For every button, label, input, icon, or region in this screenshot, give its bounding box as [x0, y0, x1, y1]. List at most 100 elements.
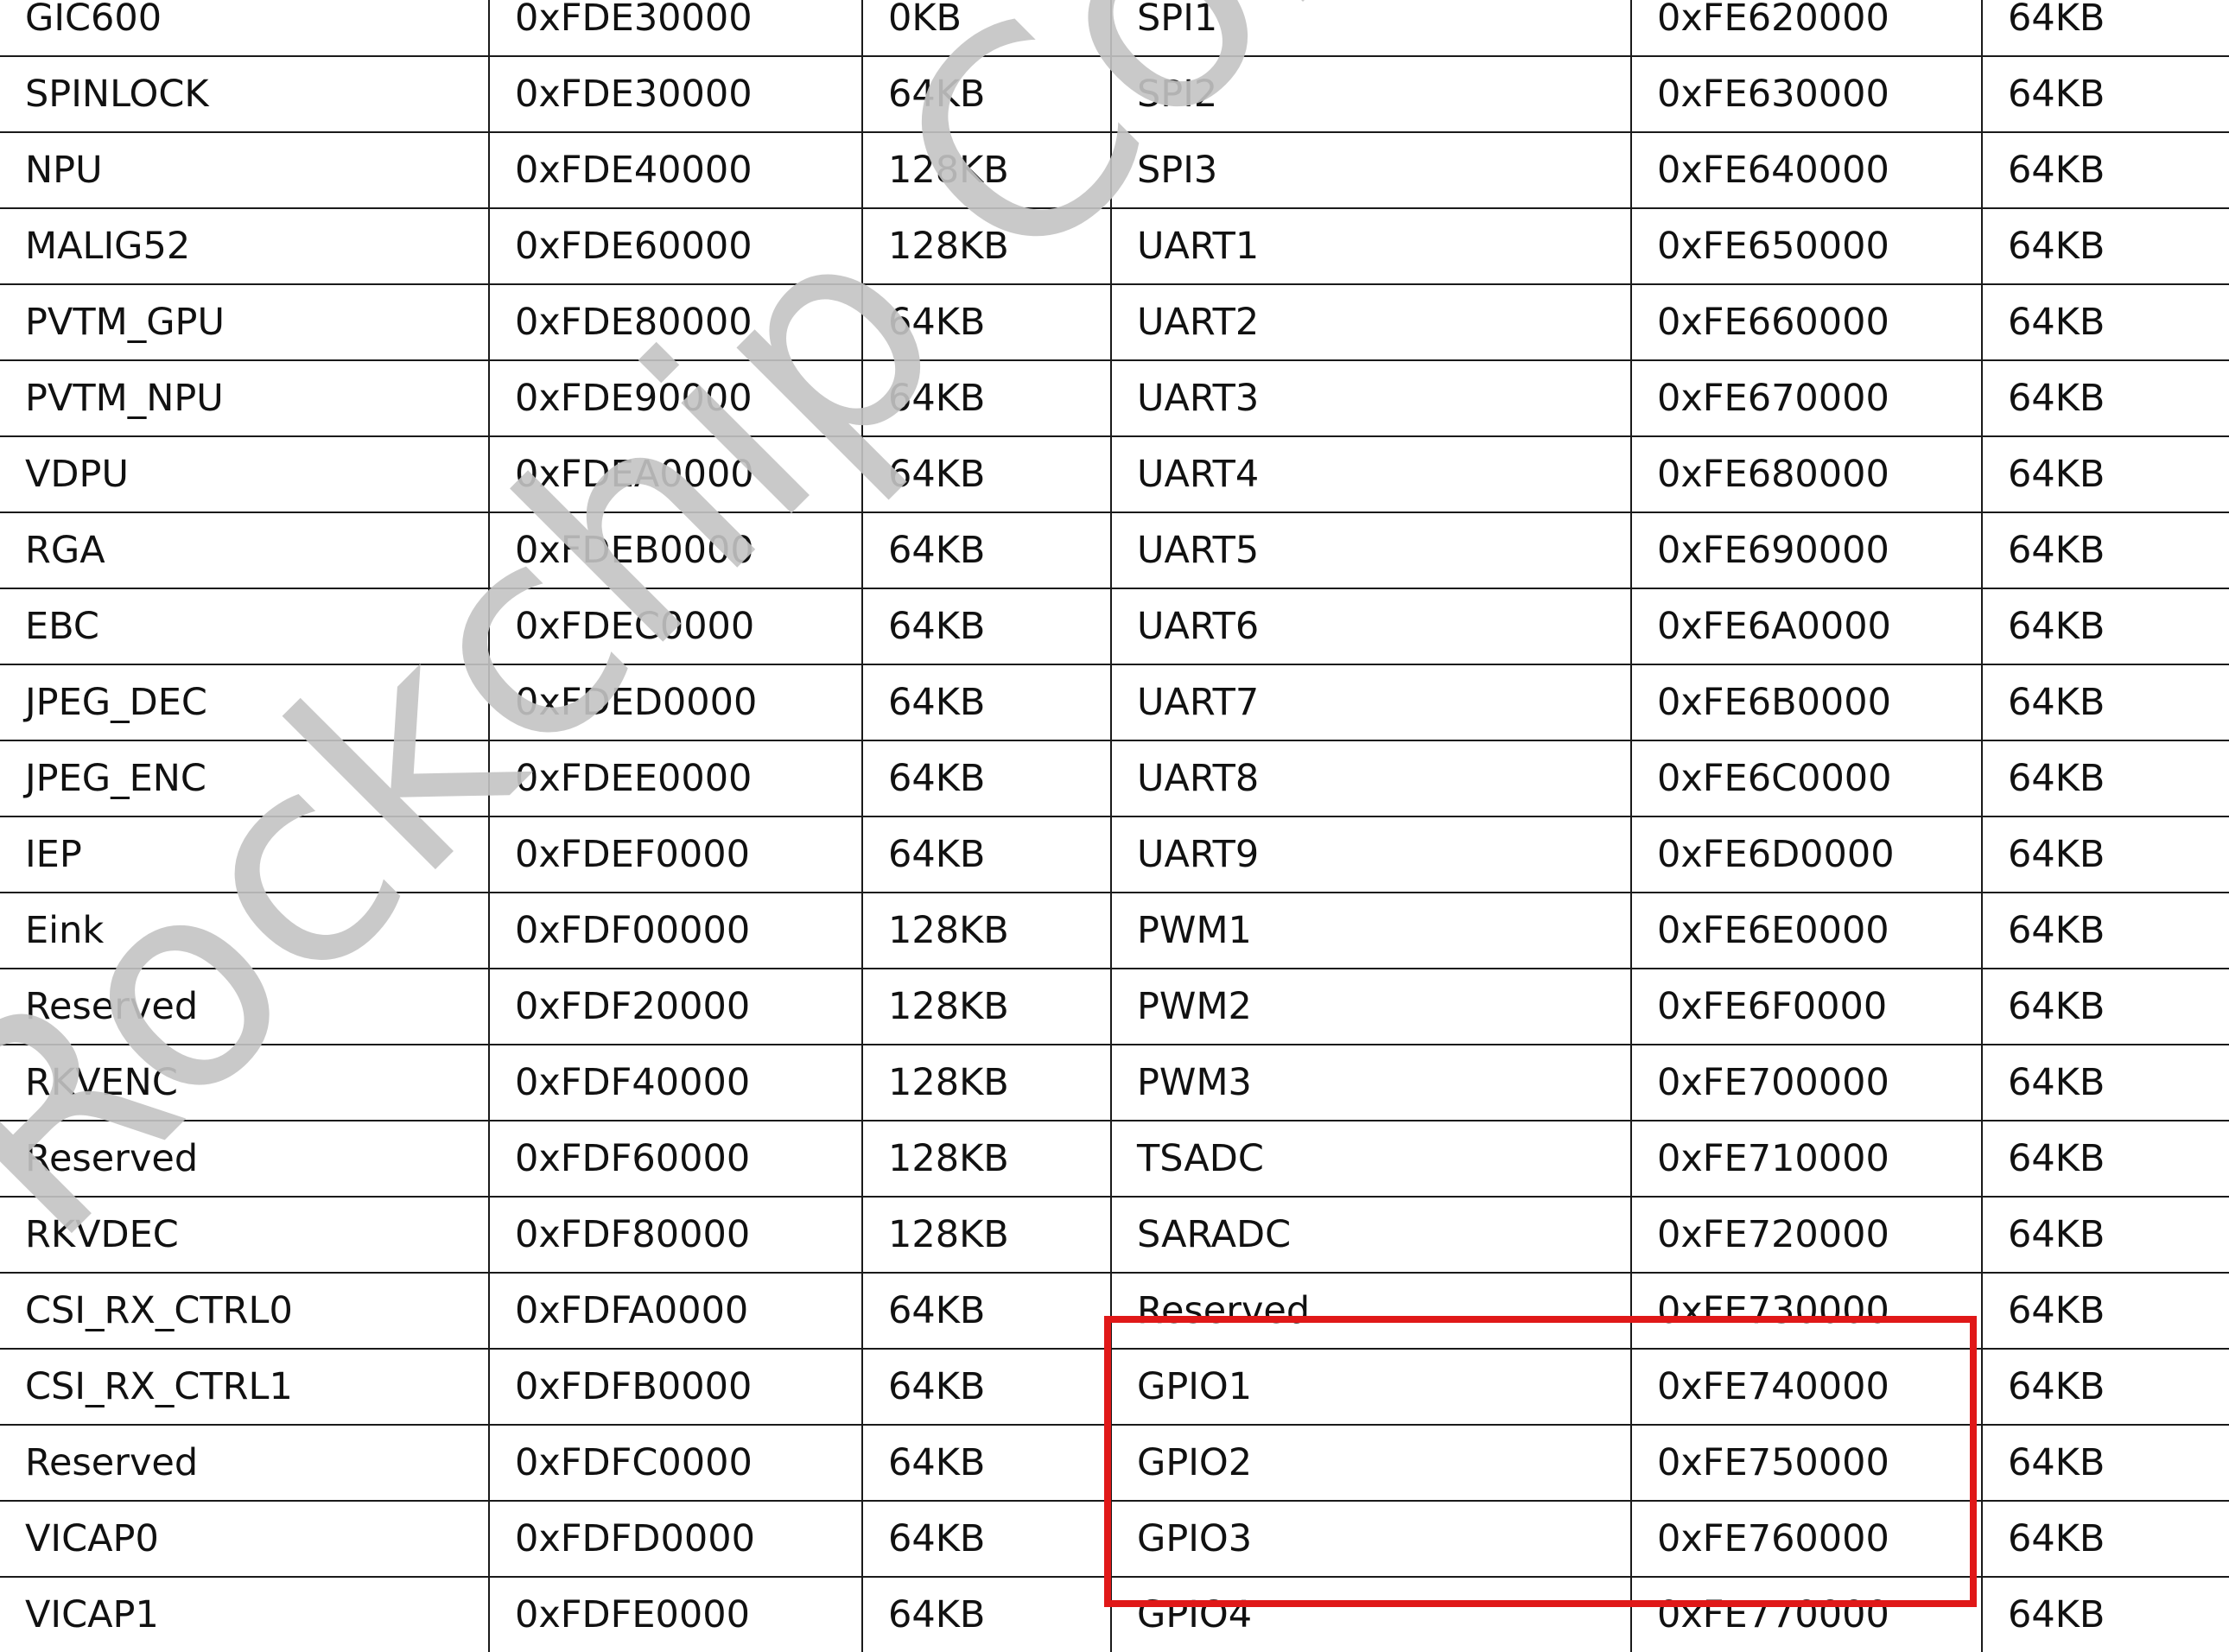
size-cell: 64KB — [861, 588, 1112, 665]
size-cell: 64KB — [1981, 1044, 2229, 1121]
size-cell: 64KB — [1981, 1576, 2229, 1652]
module-name-cell: GPIO4 — [1110, 1576, 1632, 1652]
base-address-cell: 0xFE770000 — [1630, 1576, 1983, 1652]
module-name-cell: UART1 — [1110, 207, 1632, 285]
module-name-cell: VICAP1 — [0, 1576, 490, 1652]
module-name-cell: GPIO2 — [1110, 1424, 1632, 1502]
memory-map-table: GIC600 0xFDE30000 0KB SPI1 0xFE620000 64KB SPI… — [0, 0, 2229, 1652]
module-name-cell: GPIO1 — [1110, 1348, 1632, 1426]
module-name-cell: JPEG_DEC — [0, 664, 490, 741]
base-address-cell: 0xFE730000 — [1630, 1272, 1983, 1350]
base-address-cell: 0xFE6A0000 — [1630, 588, 1983, 665]
module-name-cell: UART4 — [1110, 435, 1632, 513]
base-address-cell: 0xFE6F0000 — [1630, 968, 1983, 1045]
base-address-cell: 0xFDE90000 — [488, 359, 863, 437]
base-address-cell: 0xFDFB0000 — [488, 1348, 863, 1426]
module-name-cell: UART6 — [1110, 588, 1632, 665]
size-cell: 128KB — [861, 892, 1112, 969]
size-cell: 64KB — [1981, 435, 2229, 513]
base-address-cell: 0xFE720000 — [1630, 1196, 1983, 1274]
base-address-cell: 0xFDF20000 — [488, 968, 863, 1045]
base-address-cell: 0xFDEB0000 — [488, 511, 863, 589]
module-name-cell: TSADC — [1110, 1120, 1632, 1198]
module-name-cell: GIC600 — [0, 0, 490, 57]
module-name-cell: SPI1 — [1110, 0, 1632, 57]
module-name-cell: SPI3 — [1110, 131, 1632, 209]
size-cell: 64KB — [1981, 740, 2229, 817]
module-name-cell: GPIO3 — [1110, 1500, 1632, 1578]
size-cell: 64KB — [1981, 1500, 2229, 1578]
size-cell: 64KB — [1981, 55, 2229, 133]
base-address-cell: 0xFE760000 — [1630, 1500, 1983, 1578]
base-address-cell: 0xFDEA0000 — [488, 435, 863, 513]
module-name-cell: RGA — [0, 511, 490, 589]
module-name-cell: IEP — [0, 816, 490, 893]
module-name-cell: UART3 — [1110, 359, 1632, 437]
size-cell: 128KB — [861, 1120, 1112, 1198]
size-cell: 64KB — [1981, 892, 2229, 969]
table-row: Reserved 0xFDF20000 128KB PWM2 0xFE6F0000 64K… — [0, 968, 2229, 1045]
module-name-cell: CSI_RX_CTRL0 — [0, 1272, 490, 1350]
module-name-cell: UART8 — [1110, 740, 1632, 817]
size-cell: 64KB — [1981, 664, 2229, 741]
table-row: CSI_RX_CTRL1 0xFDFB0000 64KB GPIO1 0xFE74000… — [0, 1348, 2229, 1426]
size-cell: 64KB — [1981, 1196, 2229, 1274]
size-cell: 0KB — [861, 0, 1112, 57]
base-address-cell: 0xFE650000 — [1630, 207, 1983, 285]
size-cell: 64KB — [861, 1348, 1112, 1426]
module-name-cell: UART9 — [1110, 816, 1632, 893]
base-address-cell: 0xFDF00000 — [488, 892, 863, 969]
table-row: SPINLOCK 0xFDE30000 64KB SPI2 0xFE630000 64KB — [0, 55, 2229, 133]
table-row: RKVENC 0xFDF40000 128KB PWM3 0xFE700000 64KB — [0, 1044, 2229, 1121]
size-cell: 64KB — [861, 740, 1112, 817]
base-address-cell: 0xFE660000 — [1630, 283, 1983, 361]
base-address-cell: 0xFDFC0000 — [488, 1424, 863, 1502]
size-cell: 64KB — [861, 511, 1112, 589]
base-address-cell: 0xFDF60000 — [488, 1120, 863, 1198]
module-name-cell: Eink — [0, 892, 490, 969]
base-address-cell: 0xFE6B0000 — [1630, 664, 1983, 741]
size-cell: 64KB — [861, 664, 1112, 741]
size-cell: 64KB — [1981, 588, 2229, 665]
size-cell: 128KB — [861, 1196, 1112, 1274]
base-address-cell: 0xFDEC0000 — [488, 588, 863, 665]
module-name-cell: UART5 — [1110, 511, 1632, 589]
base-address-cell: 0xFE6E0000 — [1630, 892, 1983, 969]
base-address-cell: 0xFDED0000 — [488, 664, 863, 741]
table-row: Eink 0xFDF00000 128KB PWM1 0xFE6E0000 64KB — [0, 892, 2229, 969]
memory-map-body: GIC600 0xFDE30000 0KB SPI1 0xFE620000 64KB SPI… — [0, 0, 2229, 1652]
base-address-cell: 0xFE620000 — [1630, 0, 1983, 57]
size-cell: 64KB — [1981, 283, 2229, 361]
base-address-cell: 0xFE740000 — [1630, 1348, 1983, 1426]
size-cell: 64KB — [861, 1576, 1112, 1652]
module-name-cell: MALIG52 — [0, 207, 490, 285]
base-address-cell: 0xFDFD0000 — [488, 1500, 863, 1578]
module-name-cell: VDPU — [0, 435, 490, 513]
base-address-cell: 0xFE750000 — [1630, 1424, 1983, 1502]
module-name-cell: VICAP0 — [0, 1500, 490, 1578]
base-address-cell: 0xFE6C0000 — [1630, 740, 1983, 817]
table-row: RGA 0xFDEB0000 64KB UART5 0xFE690000 64KB — [0, 511, 2229, 589]
size-cell: 64KB — [861, 1500, 1112, 1578]
size-cell: 128KB — [861, 1044, 1112, 1121]
table-row: VICAP1 0xFDFE0000 64KB GPIO4 0xFE770000 64KB — [0, 1576, 2229, 1652]
module-name-cell: NPU — [0, 131, 490, 209]
size-cell: 128KB — [861, 131, 1112, 209]
module-name-cell: Reserved — [1110, 1272, 1632, 1350]
base-address-cell: 0xFE710000 — [1630, 1120, 1983, 1198]
module-name-cell: UART2 — [1110, 283, 1632, 361]
size-cell: 64KB — [1981, 1272, 2229, 1350]
table-row: Reserved 0xFDF60000 128KB TSADC 0xFE710000 64… — [0, 1120, 2229, 1198]
module-name-cell: EBC — [0, 588, 490, 665]
base-address-cell: 0xFE680000 — [1630, 435, 1983, 513]
table-row: Reserved 0xFDFC0000 64KB GPIO2 0xFE750000 64K… — [0, 1424, 2229, 1502]
table-row: NPU 0xFDE40000 128KB SPI3 0xFE640000 64KB — [0, 131, 2229, 209]
size-cell: 64KB — [1981, 359, 2229, 437]
base-address-cell: 0xFE670000 — [1630, 359, 1983, 437]
size-cell: 64KB — [1981, 0, 2229, 57]
size-cell: 64KB — [1981, 1120, 2229, 1198]
module-name-cell: PWM3 — [1110, 1044, 1632, 1121]
base-address-cell: 0xFDEE0000 — [488, 740, 863, 817]
base-address-cell: 0xFDE30000 — [488, 0, 863, 57]
base-address-cell: 0xFE700000 — [1630, 1044, 1983, 1121]
